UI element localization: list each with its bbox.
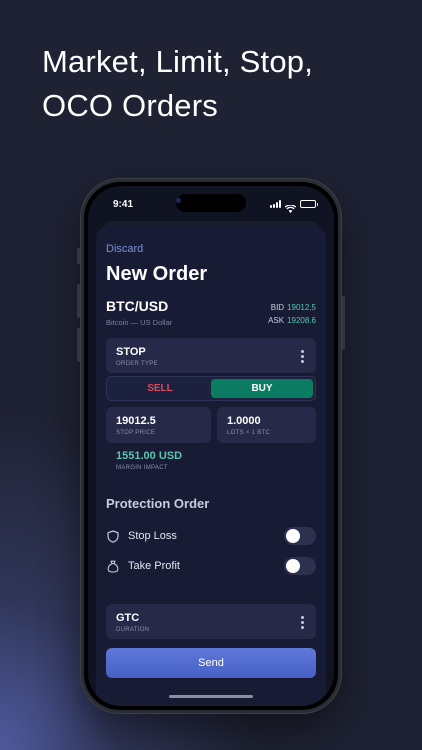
protection-order-heading: Protection Order [106, 496, 210, 511]
duration-select[interactable]: GTC DURATION [106, 604, 316, 639]
ask-label: ASK [268, 316, 285, 325]
bid-label: BID [270, 303, 285, 312]
lots-label: LOTS × 1 BTC [227, 430, 271, 436]
order-type-label: ORDER TYPE [116, 361, 158, 367]
phone-power-button [342, 296, 345, 350]
order-type-select[interactable]: STOP ORDER TYPE [106, 338, 316, 373]
bid-quote: BID 19012.5 [271, 303, 316, 312]
stop-price-field[interactable]: 19012.5 STOP PRICE [106, 407, 211, 443]
promo-line-1: Market, Limit, Stop, [42, 44, 314, 79]
phone-action-button [77, 248, 80, 264]
dynamic-island [176, 194, 246, 212]
stop-loss-row: Stop Loss [106, 526, 316, 546]
take-profit-row: Take Profit [106, 556, 316, 576]
stop-price-value: 19012.5 [116, 415, 156, 427]
symbol-label: BTC/USD [106, 298, 169, 314]
home-indicator [169, 695, 253, 698]
stop-loss-label: Stop Loss [128, 530, 177, 542]
take-profit-toggle[interactable] [284, 557, 316, 575]
phone-bezel: 9:41 Discard New Order BTC/USD Bitcoin —… [84, 182, 338, 710]
send-button[interactable]: Send [106, 648, 316, 678]
order-type-value: STOP [116, 346, 146, 358]
camera-icon [176, 198, 181, 203]
stop-loss-toggle[interactable] [284, 527, 316, 545]
lots-field[interactable]: 1.0000 LOTS × 1 BTC [217, 407, 316, 443]
battery-icon [300, 200, 318, 208]
margin-impact-label: MARGIN IMPACT [116, 465, 168, 471]
phone-screen: 9:41 Discard New Order BTC/USD Bitcoin —… [88, 186, 334, 706]
ask-quote: ASK 19208.6 [268, 316, 316, 325]
buy-tab[interactable]: BUY [211, 379, 313, 398]
sell-tab[interactable]: SELL [109, 379, 211, 398]
duration-label: DURATION [116, 627, 150, 633]
promo-line-2: OCO Orders [42, 88, 218, 123]
phone-volume-down [77, 328, 80, 362]
signal-icon [270, 200, 281, 208]
phone-volume-up [77, 284, 80, 318]
phone-frame: 9:41 Discard New Order BTC/USD Bitcoin —… [77, 178, 345, 714]
stop-price-label: STOP PRICE [116, 430, 156, 436]
more-options-icon[interactable] [301, 350, 304, 363]
new-order-sheet: Discard New Order BTC/USD Bitcoin — US D… [96, 226, 326, 706]
shield-icon [106, 529, 120, 543]
side-segmented-control: SELL BUY [106, 376, 316, 401]
discard-button[interactable]: Discard [106, 243, 143, 255]
take-profit-label: Take Profit [128, 560, 180, 572]
promo-headline: Market, Limit, Stop, OCO Orders [42, 40, 402, 128]
ask-value: 19208.6 [287, 316, 316, 325]
money-bag-icon [106, 559, 120, 573]
duration-value: GTC [116, 612, 140, 624]
bid-value: 19012.5 [287, 303, 316, 312]
status-time: 9:41 [113, 199, 134, 210]
wifi-icon [284, 200, 297, 213]
symbol-name: Bitcoin — US Dollar [106, 318, 173, 327]
lots-value: 1.0000 [227, 415, 261, 427]
status-icons [270, 200, 318, 213]
margin-impact-value: 1551.00 USD [116, 450, 183, 462]
more-options-icon[interactable] [301, 616, 304, 629]
page-title: New Order [106, 263, 208, 285]
